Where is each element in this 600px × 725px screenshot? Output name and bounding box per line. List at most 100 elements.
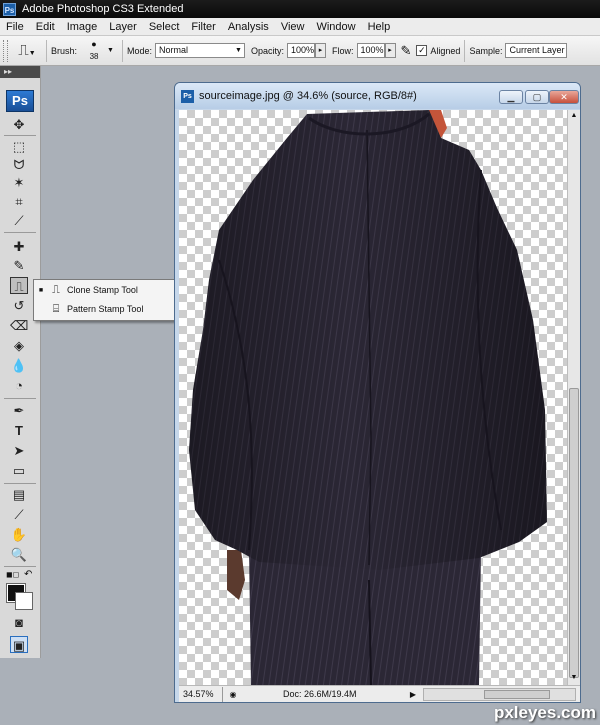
airbrush-icon[interactable]: ✎ <box>401 43 412 59</box>
default-colors-icon[interactable]: ◼◻ <box>6 570 19 579</box>
menu-bar: File Edit Image Layer Select Filter Anal… <box>0 18 600 36</box>
toolbox: ▸▸ Ps ✥ ⬚ ᗢ ✶ ⌗ ⟋ ✚ ✎ ⎍ ↺ ⌫ ◈ 💧 ◔ ✒ T ➤ … <box>0 66 41 658</box>
scroll-up-icon[interactable]: ▲ <box>568 110 580 122</box>
menu-help[interactable]: Help <box>362 21 397 33</box>
stamp-tool-flyout: ■ ⎍ Clone Stamp Tool S ⌸ Pattern Stamp T… <box>33 279 187 321</box>
brush-size: 38 <box>89 51 99 61</box>
brush-dropdown-arrow[interactable]: ▼ <box>107 47 114 54</box>
ps-app-icon: Ps <box>3 2 16 16</box>
pattern-stamp-icon: ⌸ <box>52 302 60 315</box>
eraser-tool-icon[interactable]: ⌫ <box>10 317 28 334</box>
mode-select[interactable]: Normal <box>154 43 245 58</box>
menu-file[interactable]: File <box>0 21 30 33</box>
menu-image[interactable]: Image <box>61 21 104 33</box>
menu-filter[interactable]: Filter <box>185 21 221 33</box>
horizontal-scroll-thumb[interactable] <box>484 689 550 699</box>
blur-tool-icon[interactable]: 💧 <box>10 357 28 374</box>
toolbox-header[interactable]: ▸▸ <box>0 66 40 78</box>
document-title: sourceimage.jpg @ 34.6% (source, RGB/8#) <box>199 90 417 102</box>
lasso-tool-icon[interactable]: ᗢ <box>10 156 28 173</box>
sample-select[interactable]: Current Layer <box>505 43 568 58</box>
notes-tool-icon[interactable]: ▤ <box>10 486 28 503</box>
aligned-checkbox[interactable]: ✓ <box>416 45 428 56</box>
paint-bucket-tool-icon[interactable]: ◈ <box>10 337 28 354</box>
ps-document-icon: Ps <box>181 90 194 103</box>
status-menu-arrow-icon[interactable]: ▶ <box>406 688 420 701</box>
clone-stamp-icon: ⎍ <box>52 283 60 296</box>
flow-slider-button[interactable]: ▸ <box>384 43 396 58</box>
flow-label: Flow: <box>331 45 354 56</box>
flyout-item-pattern-stamp[interactable]: ⌸ Pattern Stamp Tool S <box>34 300 186 318</box>
opacity-label: Opacity: <box>250 45 284 56</box>
aligned-label: Aligned <box>430 45 461 56</box>
brush-picker[interactable]: ● 38 <box>81 38 107 64</box>
history-brush-tool-icon[interactable]: ↺ <box>10 297 28 314</box>
options-bar: ⎍▼ Brush: ● 38 ▼ Mode: Normal Opacity: 1… <box>0 36 600 66</box>
pen-tool-icon[interactable]: ✒ <box>10 402 28 419</box>
opacity-slider-button[interactable]: ▸ <box>314 43 326 58</box>
sample-label: Sample: <box>469 45 503 56</box>
flyout-item-label: Pattern Stamp Tool <box>67 304 144 314</box>
scroll-down-icon[interactable]: ▼ <box>568 672 580 684</box>
marquee-tool-icon[interactable]: ⬚ <box>10 138 28 155</box>
screen-mode-icon[interactable]: ▣ <box>10 636 28 653</box>
brush-label: Brush: <box>51 45 78 56</box>
opacity-field[interactable]: 100% <box>286 43 315 58</box>
app-title: Adobe Photoshop CS3 Extended <box>22 3 184 15</box>
vertical-scrollbar[interactable]: ▲ ▼ <box>567 110 580 685</box>
toolbox-divider <box>4 483 36 484</box>
quick-mask-icon[interactable]: ◙ <box>10 614 28 631</box>
document-size-info: Doc: 26.6M/19.4M <box>283 689 357 699</box>
menu-analysis[interactable]: Analysis <box>222 21 275 33</box>
ps-logo[interactable]: Ps <box>6 90 34 112</box>
menu-window[interactable]: Window <box>310 21 361 33</box>
hand-tool-icon[interactable]: ✋ <box>10 526 28 543</box>
path-selection-tool-icon[interactable]: ➤ <box>10 442 28 459</box>
toolbox-divider <box>4 135 36 136</box>
options-divider <box>121 39 123 62</box>
status-options-icon[interactable]: ◉ <box>226 688 240 701</box>
close-button[interactable]: ✕ <box>549 90 579 104</box>
menu-select[interactable]: Select <box>143 21 186 33</box>
selected-bullet-icon: ■ <box>38 286 44 294</box>
type-tool-icon[interactable]: T <box>10 422 28 439</box>
suit-figure-image <box>189 110 547 685</box>
slice-tool-icon[interactable]: ⟋ <box>10 212 28 229</box>
document-window: Ps sourceimage.jpg @ 34.6% (source, RGB/… <box>174 82 581 703</box>
dodge-tool-icon[interactable]: ◔ <box>10 377 28 394</box>
clone-stamp-tool-icon[interactable]: ⎍ <box>10 277 28 294</box>
healing-brush-tool-icon[interactable]: ✚ <box>10 238 28 255</box>
menu-layer[interactable]: Layer <box>103 21 143 33</box>
brush-tool-icon[interactable]: ✎ <box>10 257 28 274</box>
menu-edit[interactable]: Edit <box>30 21 61 33</box>
tool-preset-picker[interactable]: ⎍▼ <box>12 42 42 59</box>
shape-tool-icon[interactable]: ▭ <box>10 462 28 479</box>
app-title-bar: Ps Adobe Photoshop CS3 Extended <box>0 0 600 18</box>
menu-view[interactable]: View <box>275 21 311 33</box>
zoom-tool-icon[interactable]: 🔍 <box>10 546 28 563</box>
options-divider <box>464 39 466 62</box>
minimize-button[interactable]: ▁ <box>499 90 523 104</box>
mode-label: Mode: <box>126 45 152 56</box>
zoom-level-field[interactable]: 34.57% <box>179 686 223 702</box>
horizontal-scrollbar[interactable] <box>423 687 576 701</box>
eyedropper-tool-icon[interactable]: ⟋ <box>10 506 28 523</box>
vertical-scroll-thumb[interactable] <box>569 388 579 678</box>
background-color-swatch[interactable] <box>15 592 33 610</box>
image-canvas[interactable] <box>179 110 567 685</box>
flow-field[interactable]: 100% <box>356 43 385 58</box>
brush-tip-icon: ● <box>91 38 97 49</box>
crop-tool-icon[interactable]: ⌗ <box>10 193 28 210</box>
document-status-bar: 34.57% ◉ Doc: 26.6M/19.4M ▶ <box>179 685 580 702</box>
options-divider <box>46 39 47 62</box>
options-grip[interactable] <box>3 39 8 62</box>
toolbox-divider <box>4 232 36 233</box>
flyout-item-clone-stamp[interactable]: ■ ⎍ Clone Stamp Tool S <box>34 281 186 299</box>
watermark-text: pxleyes.com <box>493 703 596 722</box>
swap-colors-icon[interactable]: ↶ <box>24 569 32 580</box>
move-tool-icon[interactable]: ✥ <box>10 116 28 133</box>
toolbox-divider <box>4 398 36 399</box>
maximize-button[interactable]: ▢ <box>525 90 549 104</box>
flyout-item-label: Clone Stamp Tool <box>67 285 138 295</box>
magic-wand-tool-icon[interactable]: ✶ <box>10 174 28 191</box>
